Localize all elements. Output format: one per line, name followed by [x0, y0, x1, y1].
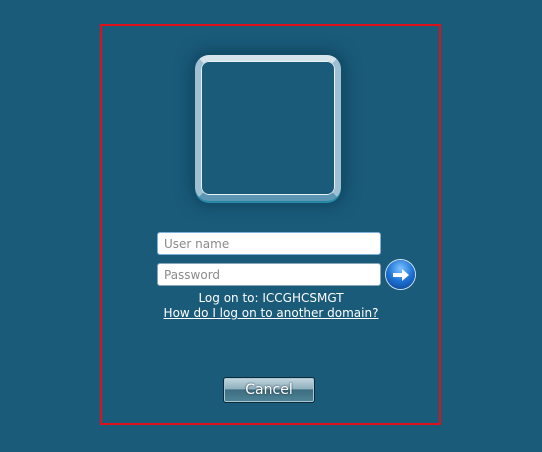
- cancel-button[interactable]: Cancel: [223, 377, 315, 403]
- logon-domain-text: Log on to: ICCGHCSMGT: [198, 291, 344, 305]
- password-input[interactable]: [157, 263, 381, 286]
- submit-button[interactable]: [386, 260, 415, 289]
- username-input[interactable]: [157, 232, 381, 255]
- other-domain-link[interactable]: How do I log on to another domain?: [0, 306, 542, 320]
- user-picture-frame: [195, 55, 341, 201]
- arrow-right-icon: [392, 268, 409, 281]
